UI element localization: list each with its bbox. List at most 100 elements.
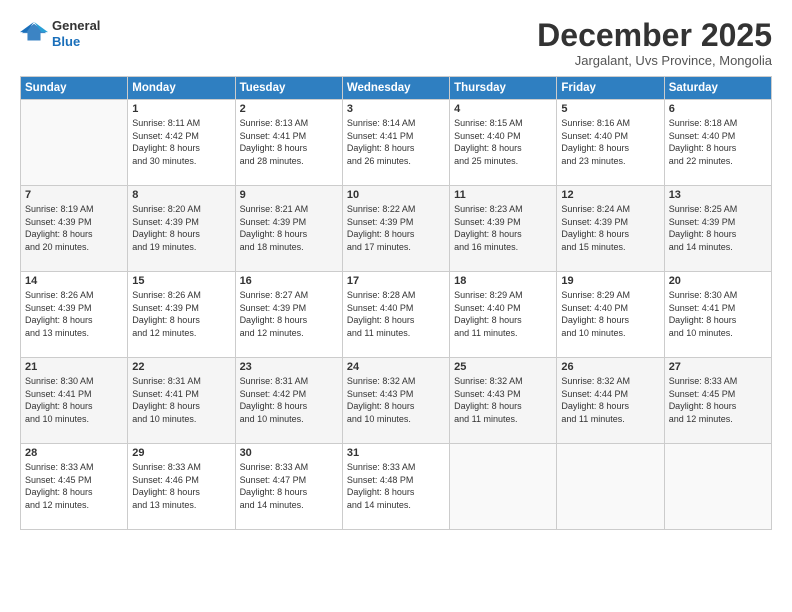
day-info: Sunrise: 8:31 AM Sunset: 4:41 PM Dayligh… xyxy=(132,375,230,425)
month-title: December 2025 xyxy=(537,18,772,53)
day-info: Sunrise: 8:31 AM Sunset: 4:42 PM Dayligh… xyxy=(240,375,338,425)
day-number: 18 xyxy=(454,275,552,287)
day-info: Sunrise: 8:11 AM Sunset: 4:42 PM Dayligh… xyxy=(132,117,230,167)
day-info: Sunrise: 8:24 AM Sunset: 4:39 PM Dayligh… xyxy=(561,203,659,253)
day-number: 27 xyxy=(669,361,767,373)
day-info: Sunrise: 8:33 AM Sunset: 4:47 PM Dayligh… xyxy=(240,461,338,511)
day-number: 20 xyxy=(669,275,767,287)
day-number: 29 xyxy=(132,447,230,459)
day-info: Sunrise: 8:29 AM Sunset: 4:40 PM Dayligh… xyxy=(561,289,659,339)
day-number: 3 xyxy=(347,103,445,115)
header-cell-tuesday: Tuesday xyxy=(235,77,342,100)
day-number: 26 xyxy=(561,361,659,373)
day-cell xyxy=(557,444,664,530)
day-number: 1 xyxy=(132,103,230,115)
day-number: 28 xyxy=(25,447,123,459)
day-cell: 24 Sunrise: 8:32 AM Sunset: 4:43 PM Dayli… xyxy=(342,358,449,444)
day-info: Sunrise: 8:23 AM Sunset: 4:39 PM Dayligh… xyxy=(454,203,552,253)
day-cell: 8Sunrise: 8:20 AM Sunset: 4:39 PM Daylig… xyxy=(128,186,235,272)
day-cell: 21 Sunrise: 8:30 AM Sunset: 4:41 PM Dayli… xyxy=(21,358,128,444)
header-cell-monday: Monday xyxy=(128,77,235,100)
day-cell xyxy=(21,100,128,186)
day-info: Sunrise: 8:32 AM Sunset: 4:43 PM Dayligh… xyxy=(454,375,552,425)
day-cell xyxy=(664,444,771,530)
header-cell-friday: Friday xyxy=(557,77,664,100)
day-number: 22 xyxy=(132,361,230,373)
day-cell: 6 Sunrise: 8:18 AM Sunset: 4:40 PM Daylig… xyxy=(664,100,771,186)
day-info: Sunrise: 8:22 AM Sunset: 4:39 PM Dayligh… xyxy=(347,203,445,253)
header: General Blue December 2025 Jargalant, Uv… xyxy=(20,18,772,68)
day-info: Sunrise: 8:26 AM Sunset: 4:39 PM Dayligh… xyxy=(25,289,123,339)
day-info: Sunrise: 8:30 AM Sunset: 4:41 PM Dayligh… xyxy=(669,289,767,339)
day-cell: 23Sunrise: 8:31 AM Sunset: 4:42 PM Dayli… xyxy=(235,358,342,444)
week-row-1: 7 Sunrise: 8:19 AM Sunset: 4:39 PM Daylig… xyxy=(21,186,772,272)
header-cell-wednesday: Wednesday xyxy=(342,77,449,100)
header-cell-thursday: Thursday xyxy=(450,77,557,100)
day-number: 5 xyxy=(561,103,659,115)
day-number: 19 xyxy=(561,275,659,287)
day-number: 31 xyxy=(347,447,445,459)
week-row-2: 14Sunrise: 8:26 AM Sunset: 4:39 PM Dayli… xyxy=(21,272,772,358)
day-info: Sunrise: 8:21 AM Sunset: 4:39 PM Dayligh… xyxy=(240,203,338,253)
day-cell: 12 Sunrise: 8:24 AM Sunset: 4:39 PM Dayli… xyxy=(557,186,664,272)
day-info: Sunrise: 8:13 AM Sunset: 4:41 PM Dayligh… xyxy=(240,117,338,167)
logo-icon xyxy=(20,20,48,48)
day-number: 10 xyxy=(347,189,445,201)
location-subtitle: Jargalant, Uvs Province, Mongolia xyxy=(537,53,772,68)
day-number: 2 xyxy=(240,103,338,115)
day-cell: 19 Sunrise: 8:29 AM Sunset: 4:40 PM Dayli… xyxy=(557,272,664,358)
day-cell xyxy=(450,444,557,530)
day-cell: 7 Sunrise: 8:19 AM Sunset: 4:39 PM Daylig… xyxy=(21,186,128,272)
day-number: 24 xyxy=(347,361,445,373)
day-cell: 26 Sunrise: 8:32 AM Sunset: 4:44 PM Dayli… xyxy=(557,358,664,444)
day-number: 21 xyxy=(25,361,123,373)
day-info: Sunrise: 8:27 AM Sunset: 4:39 PM Dayligh… xyxy=(240,289,338,339)
day-info: Sunrise: 8:16 AM Sunset: 4:40 PM Dayligh… xyxy=(561,117,659,167)
day-info: Sunrise: 8:33 AM Sunset: 4:48 PM Dayligh… xyxy=(347,461,445,511)
day-number: 4 xyxy=(454,103,552,115)
week-row-4: 28 Sunrise: 8:33 AM Sunset: 4:45 PM Dayli… xyxy=(21,444,772,530)
day-info: Sunrise: 8:19 AM Sunset: 4:39 PM Dayligh… xyxy=(25,203,123,253)
logo-text: General Blue xyxy=(52,18,100,49)
day-info: Sunrise: 8:32 AM Sunset: 4:44 PM Dayligh… xyxy=(561,375,659,425)
day-number: 6 xyxy=(669,103,767,115)
day-cell: 5 Sunrise: 8:16 AM Sunset: 4:40 PM Daylig… xyxy=(557,100,664,186)
day-info: Sunrise: 8:30 AM Sunset: 4:41 PM Dayligh… xyxy=(25,375,123,425)
day-cell: 18 Sunrise: 8:29 AM Sunset: 4:40 PM Dayli… xyxy=(450,272,557,358)
day-number: 16 xyxy=(240,275,338,287)
day-number: 15 xyxy=(132,275,230,287)
day-cell: 17Sunrise: 8:28 AM Sunset: 4:40 PM Dayli… xyxy=(342,272,449,358)
calendar-body: 1 Sunrise: 8:11 AM Sunset: 4:42 PM Daylig… xyxy=(21,100,772,530)
logo-general: General xyxy=(52,18,100,34)
day-cell: 9Sunrise: 8:21 AM Sunset: 4:39 PM Daylig… xyxy=(235,186,342,272)
day-number: 11 xyxy=(454,189,552,201)
day-cell: 3Sunrise: 8:14 AM Sunset: 4:41 PM Daylig… xyxy=(342,100,449,186)
day-info: Sunrise: 8:33 AM Sunset: 4:46 PM Dayligh… xyxy=(132,461,230,511)
day-cell: 28 Sunrise: 8:33 AM Sunset: 4:45 PM Dayli… xyxy=(21,444,128,530)
calendar-table: SundayMondayTuesdayWednesdayThursdayFrid… xyxy=(20,76,772,530)
day-cell: 25Sunrise: 8:32 AM Sunset: 4:43 PM Dayli… xyxy=(450,358,557,444)
day-number: 12 xyxy=(561,189,659,201)
day-cell: 29 Sunrise: 8:33 AM Sunset: 4:46 PM Dayli… xyxy=(128,444,235,530)
day-cell: 13Sunrise: 8:25 AM Sunset: 4:39 PM Dayli… xyxy=(664,186,771,272)
day-info: Sunrise: 8:33 AM Sunset: 4:45 PM Dayligh… xyxy=(669,375,767,425)
day-cell: 11 Sunrise: 8:23 AM Sunset: 4:39 PM Dayli… xyxy=(450,186,557,272)
day-cell: 14Sunrise: 8:26 AM Sunset: 4:39 PM Dayli… xyxy=(21,272,128,358)
day-cell: 15Sunrise: 8:26 AM Sunset: 4:39 PM Dayli… xyxy=(128,272,235,358)
day-cell: 20 Sunrise: 8:30 AM Sunset: 4:41 PM Dayli… xyxy=(664,272,771,358)
header-cell-sunday: Sunday xyxy=(21,77,128,100)
day-cell: 16 Sunrise: 8:27 AM Sunset: 4:39 PM Dayli… xyxy=(235,272,342,358)
week-row-3: 21 Sunrise: 8:30 AM Sunset: 4:41 PM Dayli… xyxy=(21,358,772,444)
header-row: SundayMondayTuesdayWednesdayThursdayFrid… xyxy=(21,77,772,100)
day-info: Sunrise: 8:33 AM Sunset: 4:45 PM Dayligh… xyxy=(25,461,123,511)
day-cell: 2 Sunrise: 8:13 AM Sunset: 4:41 PM Daylig… xyxy=(235,100,342,186)
day-number: 13 xyxy=(669,189,767,201)
day-info: Sunrise: 8:32 AM Sunset: 4:43 PM Dayligh… xyxy=(347,375,445,425)
day-cell: 4Sunrise: 8:15 AM Sunset: 4:40 PM Daylig… xyxy=(450,100,557,186)
day-info: Sunrise: 8:18 AM Sunset: 4:40 PM Dayligh… xyxy=(669,117,767,167)
header-cell-saturday: Saturday xyxy=(664,77,771,100)
day-info: Sunrise: 8:29 AM Sunset: 4:40 PM Dayligh… xyxy=(454,289,552,339)
day-cell: 10 Sunrise: 8:22 AM Sunset: 4:39 PM Dayli… xyxy=(342,186,449,272)
day-number: 17 xyxy=(347,275,445,287)
day-number: 7 xyxy=(25,189,123,201)
